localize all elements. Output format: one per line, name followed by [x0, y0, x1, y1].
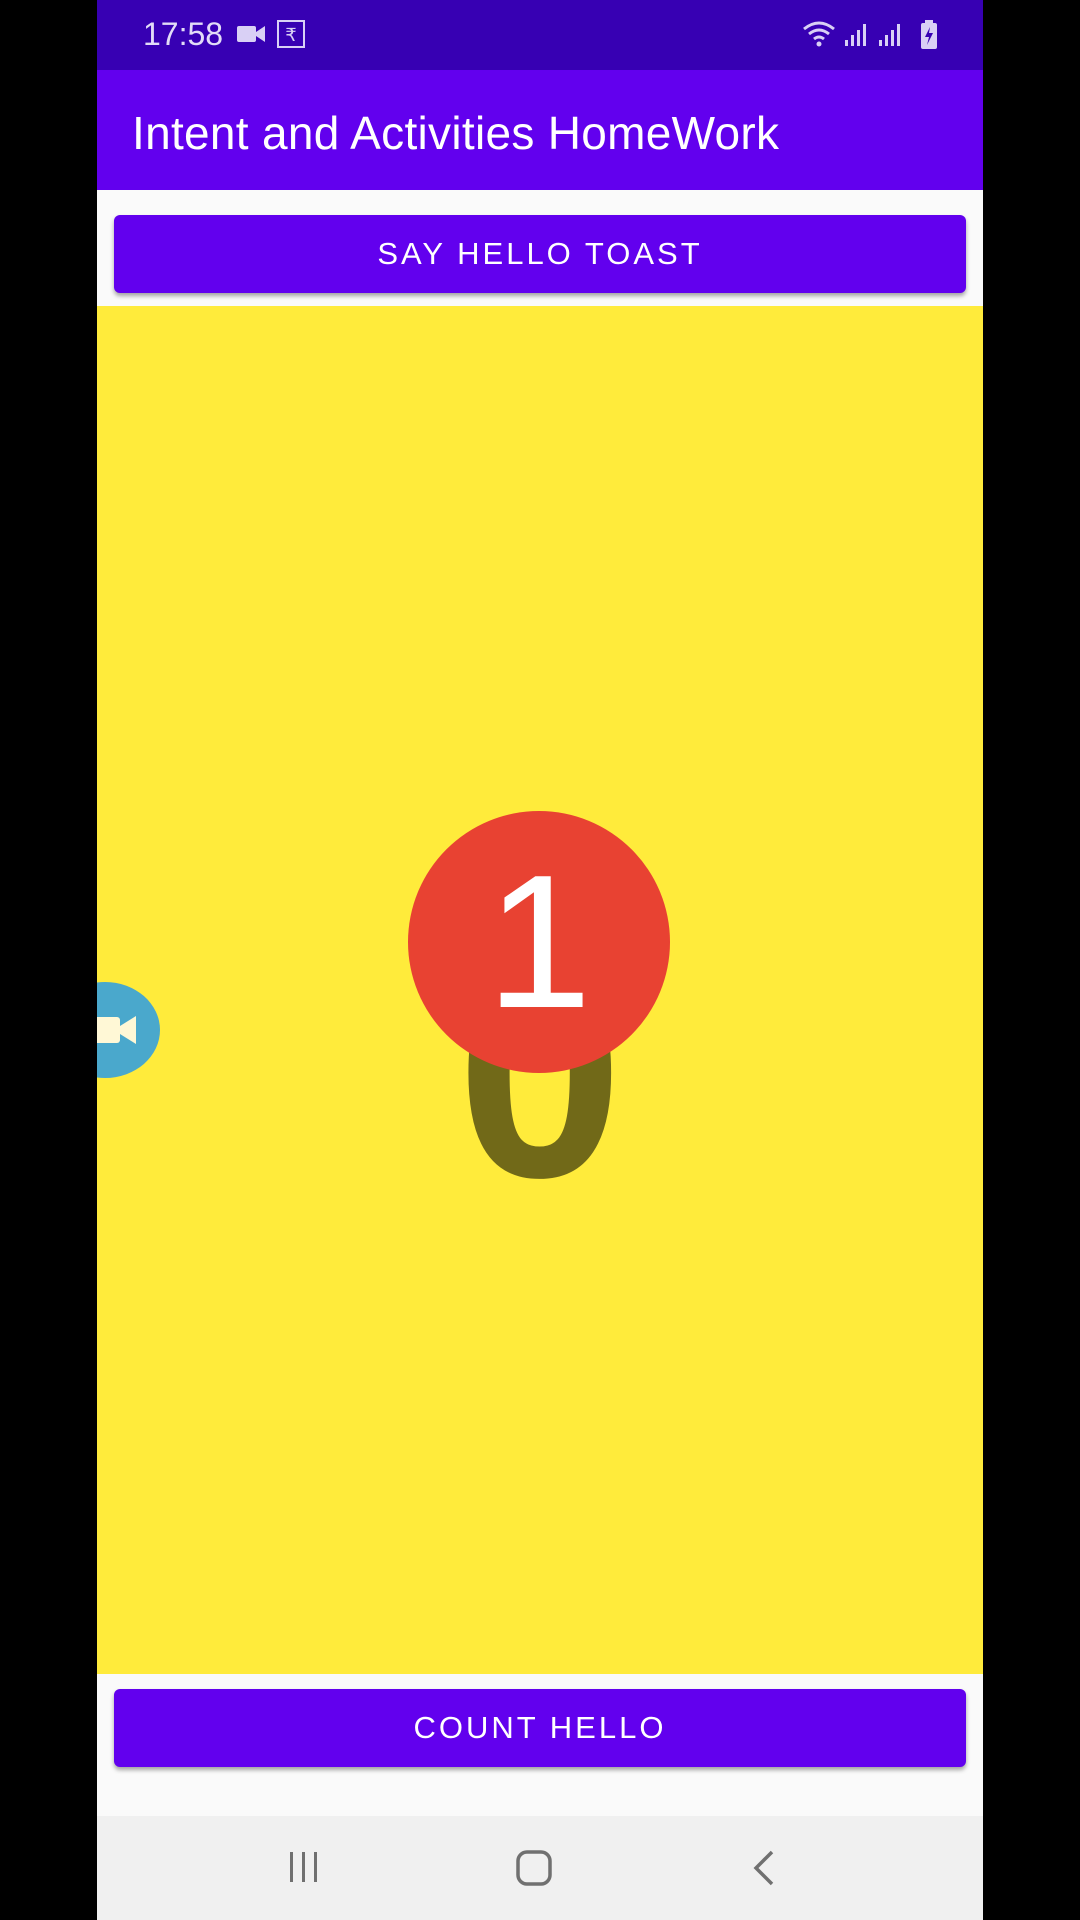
recent-apps-icon[interactable]	[287, 1850, 321, 1889]
say-hello-toast-label: SAY HELLO TOAST	[377, 236, 703, 271]
right-black-border	[983, 0, 1080, 1920]
left-black-border	[0, 0, 97, 1920]
video-camera-icon	[97, 1012, 140, 1053]
signal-icon	[877, 22, 905, 53]
app-bar: Intent and Activities HomeWork	[97, 70, 983, 190]
say-hello-toast-button[interactable]: SAY HELLO TOAST	[114, 215, 966, 293]
count-hello-label: COUNT HELLO	[413, 1710, 667, 1745]
app-title: Intent and Activities HomeWork	[132, 107, 780, 159]
video-camera-icon	[237, 24, 265, 49]
svg-text:₹: ₹	[285, 25, 296, 46]
battery-icon	[920, 20, 938, 55]
notification-badge[interactable]: 1	[408, 811, 670, 1073]
status-time: 17:58	[143, 16, 224, 52]
signal-icon	[843, 22, 871, 53]
count-hello-button[interactable]: COUNT HELLO	[114, 1689, 966, 1767]
wifi-icon	[802, 20, 836, 53]
home-icon[interactable]	[516, 1850, 552, 1891]
back-icon[interactable]	[752, 1850, 776, 1891]
notification-badge-value: 1	[486, 836, 592, 1048]
phone-screen: 17:58 ₹ Intent and Activities HomeWork S…	[97, 0, 983, 1920]
navigation-bar	[97, 1816, 983, 1920]
status-bar: 17:58 ₹	[97, 0, 983, 70]
rupee-sign-icon: ₹	[277, 20, 305, 53]
